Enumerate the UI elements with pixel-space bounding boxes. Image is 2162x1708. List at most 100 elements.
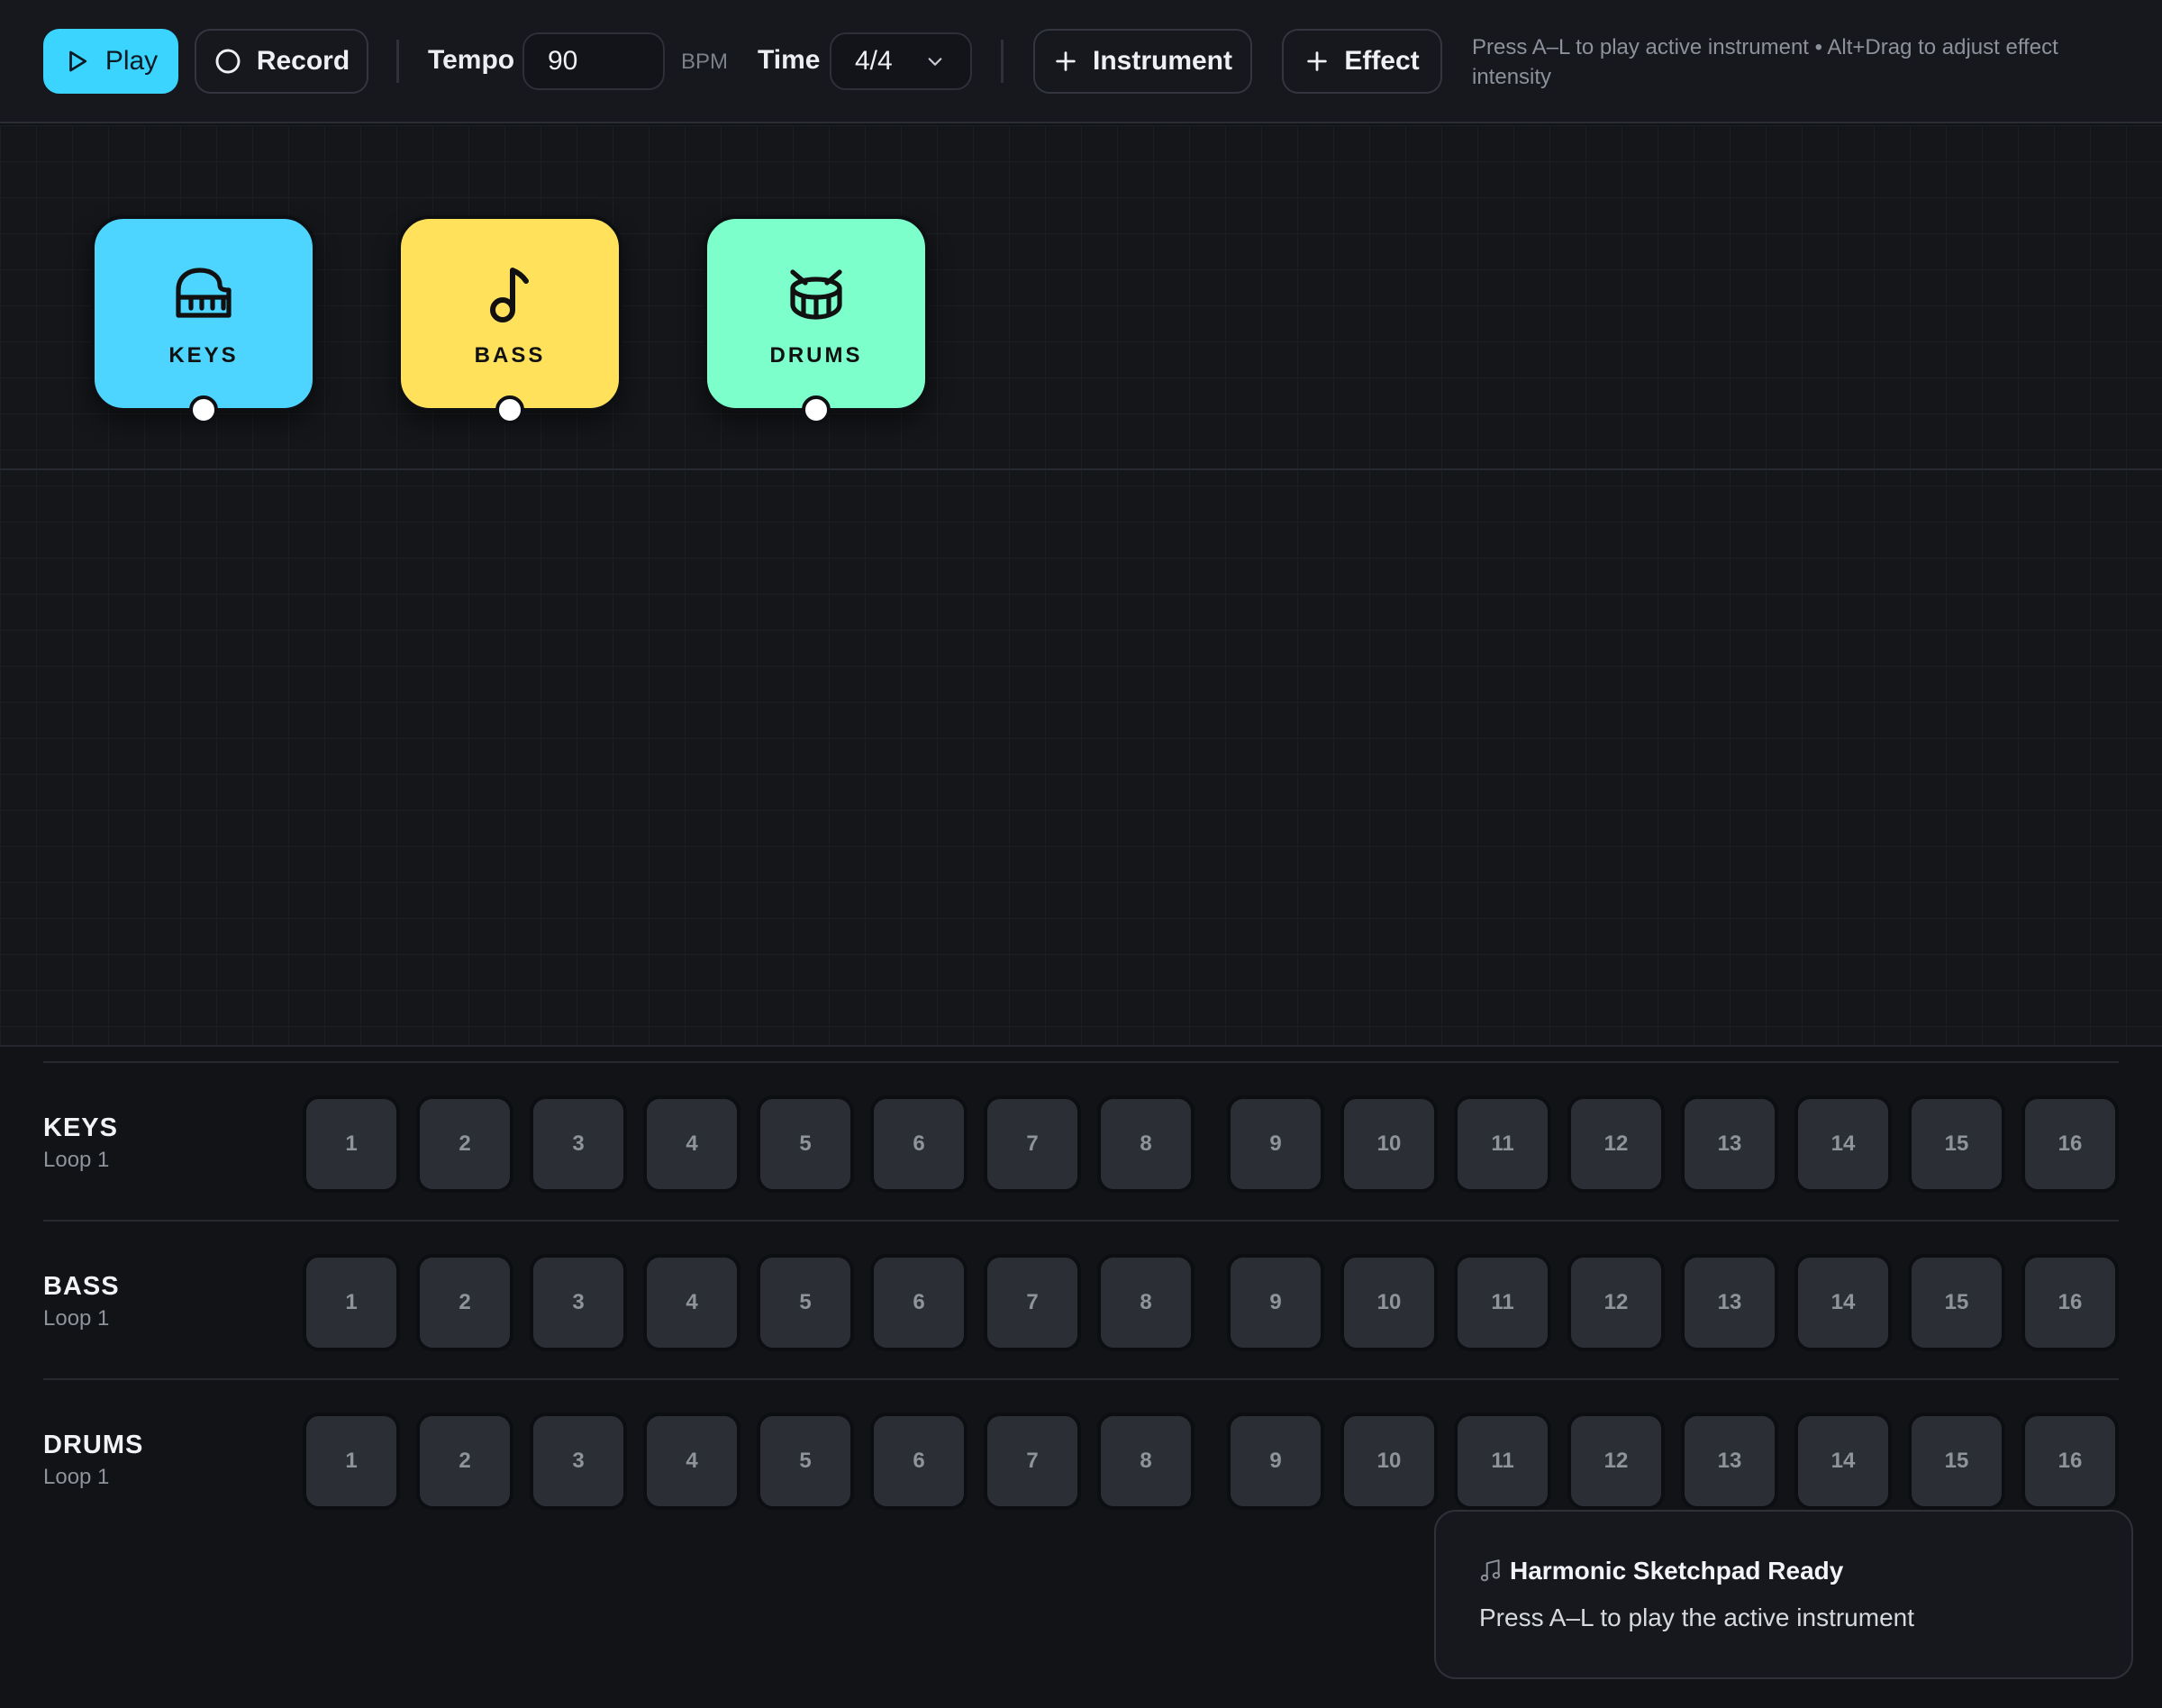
step-button-keys-15[interactable]: 15 — [1908, 1095, 2005, 1193]
step-button-bass-1[interactable]: 1 — [303, 1254, 400, 1351]
step-button-drums-9[interactable]: 9 — [1227, 1413, 1324, 1510]
instrument-name: DRUMS — [769, 343, 863, 368]
step-button-drums-7[interactable]: 7 — [984, 1413, 1081, 1510]
step-button-bass-15[interactable]: 15 — [1908, 1254, 2005, 1351]
step-button-bass-5[interactable]: 5 — [757, 1254, 854, 1351]
step-button-keys-1[interactable]: 1 — [303, 1095, 400, 1193]
step-button-keys-3[interactable]: 3 — [530, 1095, 627, 1193]
add-instrument-button[interactable]: Instrument — [1033, 29, 1252, 94]
toolbar-divider — [1001, 40, 1004, 83]
time-signature-value: 4/4 — [855, 46, 893, 76]
step-button-keys-6[interactable]: 6 — [870, 1095, 967, 1193]
step-button-bass-6[interactable]: 6 — [870, 1254, 967, 1351]
output-port[interactable] — [495, 395, 524, 424]
step-button-keys-7[interactable]: 7 — [984, 1095, 1081, 1193]
step-button-drums-2[interactable]: 2 — [416, 1413, 513, 1510]
step-button-bass-10[interactable]: 10 — [1340, 1254, 1438, 1351]
step-button-drums-1[interactable]: 1 — [303, 1413, 400, 1510]
track-divider — [43, 1378, 2119, 1380]
instrument-name: KEYS — [168, 343, 239, 368]
step-button-keys-2[interactable]: 2 — [416, 1095, 513, 1193]
time-signature-select[interactable]: 4/4 — [830, 32, 972, 90]
output-port[interactable] — [802, 395, 831, 424]
step-button-drums-12[interactable]: 12 — [1567, 1413, 1665, 1510]
tempo-input[interactable]: 90 — [522, 32, 665, 90]
step-button-bass-9[interactable]: 9 — [1227, 1254, 1324, 1351]
toast-title: Harmonic Sketchpad Ready — [1510, 1557, 1844, 1585]
plus-icon — [1307, 51, 1328, 71]
step-button-bass-7[interactable]: 7 — [984, 1254, 1081, 1351]
step-button-keys-10[interactable]: 10 — [1340, 1095, 1438, 1193]
time-label: Time — [758, 45, 821, 75]
step-button-drums-4[interactable]: 4 — [643, 1413, 740, 1510]
track-loop: Loop 1 — [43, 1465, 110, 1489]
keyboard-hint: Press A–L to play active instrument • Al… — [1472, 35, 2058, 89]
track-name: DRUMS — [43, 1431, 144, 1459]
tempo-value: 90 — [548, 46, 578, 76]
step-button-bass-13[interactable]: 13 — [1681, 1254, 1778, 1351]
track-name: BASS — [43, 1272, 120, 1301]
track-loop: Loop 1 — [43, 1306, 110, 1331]
step-button-bass-11[interactable]: 11 — [1454, 1254, 1551, 1351]
instrument-card-bass[interactable]: BASS — [397, 215, 622, 424]
step-button-drums-8[interactable]: 8 — [1097, 1413, 1195, 1510]
toast-title-row: Harmonic Sketchpad Ready — [1479, 1557, 1843, 1585]
toast-message: Press A–L to play the active instrument — [1479, 1604, 1914, 1631]
step-button-bass-8[interactable]: 8 — [1097, 1254, 1195, 1351]
play-button[interactable]: Play — [43, 29, 178, 94]
record-button[interactable]: Record — [195, 29, 368, 94]
toolbar: Play Record Tempo 90 BPM Time 4/4 Instru… — [0, 0, 2162, 123]
step-button-bass-12[interactable]: 12 — [1567, 1254, 1665, 1351]
step-button-keys-4[interactable]: 4 — [643, 1095, 740, 1193]
instrument-name: BASS — [474, 343, 546, 368]
step-button-bass-16[interactable]: 16 — [2021, 1254, 2119, 1351]
track-divider — [43, 1061, 2119, 1063]
step-button-drums-11[interactable]: 11 — [1454, 1413, 1551, 1510]
record-label: Record — [256, 46, 350, 76]
piano-icon — [173, 262, 234, 325]
step-button-keys-14[interactable]: 14 — [1794, 1095, 1892, 1193]
instrument-canvas[interactable]: KEYS BASS DRUMS — [0, 125, 2162, 1045]
step-button-drums-6[interactable]: 6 — [870, 1413, 967, 1510]
tempo-unit: BPM — [681, 50, 729, 74]
step-button-bass-3[interactable]: 3 — [530, 1254, 627, 1351]
tempo-label: Tempo — [428, 45, 515, 75]
toolbar-divider — [396, 40, 399, 83]
step-button-keys-12[interactable]: 12 — [1567, 1095, 1665, 1193]
step-button-keys-11[interactable]: 11 — [1454, 1095, 1551, 1193]
step-button-drums-16[interactable]: 16 — [2021, 1413, 2119, 1510]
canvas-divider — [0, 468, 2162, 470]
music-note-icon — [486, 262, 533, 325]
step-button-drums-15[interactable]: 15 — [1908, 1413, 2005, 1510]
track-loop: Loop 1 — [43, 1148, 110, 1172]
add-effect-button[interactable]: Effect — [1282, 29, 1442, 94]
step-button-keys-5[interactable]: 5 — [757, 1095, 854, 1193]
play-icon — [68, 50, 86, 72]
step-button-drums-10[interactable]: 10 — [1340, 1413, 1438, 1510]
instrument-card-drums[interactable]: DRUMS — [704, 215, 929, 424]
add-effect-label: Effect — [1344, 46, 1420, 76]
output-port[interactable] — [189, 395, 218, 424]
track-divider — [43, 1220, 2119, 1222]
track-name: KEYS — [43, 1113, 118, 1142]
notification-toast: Harmonic Sketchpad Ready Press A–L to pl… — [1434, 1510, 2133, 1679]
step-button-keys-8[interactable]: 8 — [1097, 1095, 1195, 1193]
drum-icon — [786, 262, 847, 325]
chevron-down-icon — [928, 58, 942, 66]
step-button-bass-14[interactable]: 14 — [1794, 1254, 1892, 1351]
step-button-keys-9[interactable]: 9 — [1227, 1095, 1324, 1193]
step-button-bass-4[interactable]: 4 — [643, 1254, 740, 1351]
instrument-card-keys[interactable]: KEYS — [91, 215, 316, 424]
record-icon — [215, 49, 241, 74]
step-button-drums-13[interactable]: 13 — [1681, 1413, 1778, 1510]
step-button-keys-13[interactable]: 13 — [1681, 1095, 1778, 1193]
step-button-drums-5[interactable]: 5 — [757, 1413, 854, 1510]
step-button-drums-14[interactable]: 14 — [1794, 1413, 1892, 1510]
play-label: Play — [104, 46, 159, 76]
add-instrument-label: Instrument — [1092, 46, 1232, 76]
step-button-bass-2[interactable]: 2 — [416, 1254, 513, 1351]
step-button-keys-16[interactable]: 16 — [2021, 1095, 2119, 1193]
music-note-icon — [1480, 1559, 1501, 1582]
plus-icon — [1056, 51, 1076, 71]
step-button-drums-3[interactable]: 3 — [530, 1413, 627, 1510]
